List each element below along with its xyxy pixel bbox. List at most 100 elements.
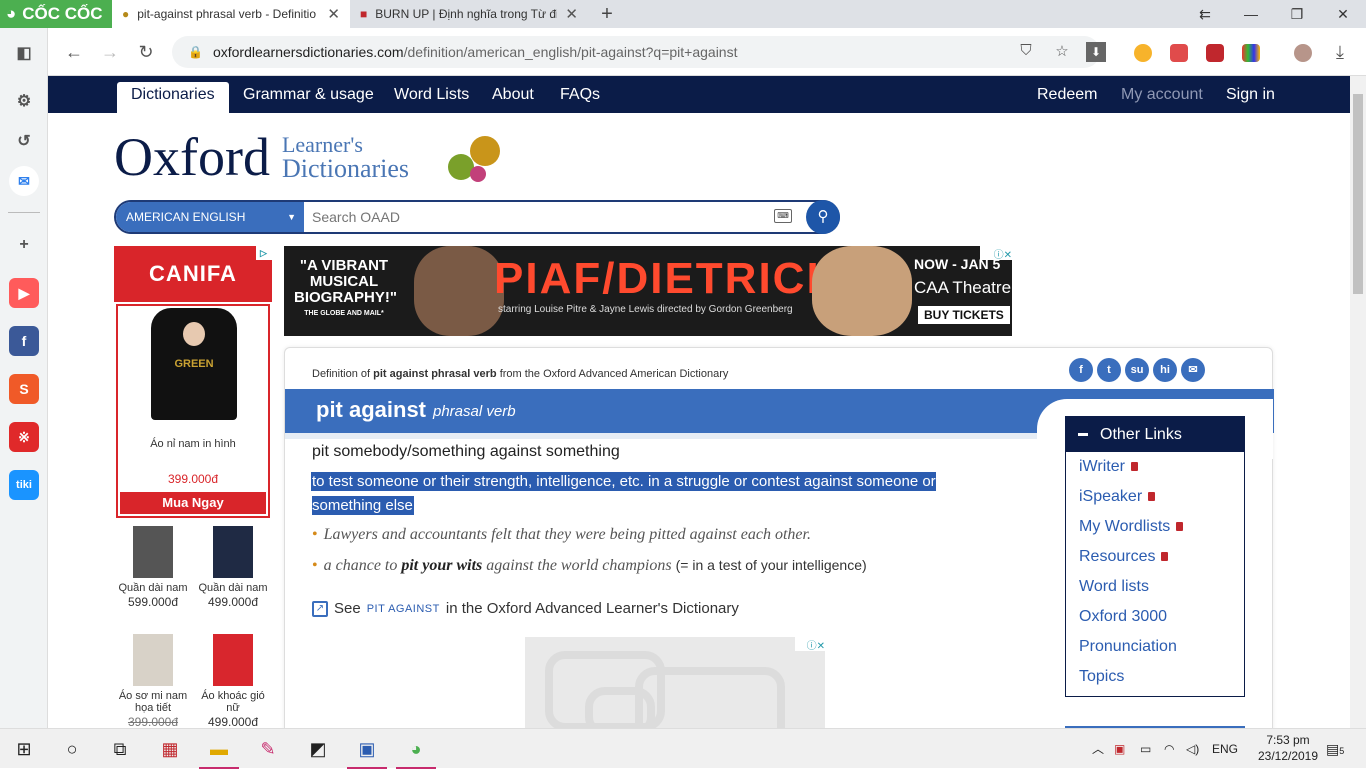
ad-quote-source: THE GLOBE AND MAIL* bbox=[304, 310, 384, 317]
tray-app-icon[interactable]: ▣ bbox=[1114, 729, 1125, 769]
link-word-lists[interactable]: Word lists bbox=[1066, 572, 1244, 602]
buy-now-button[interactable]: Mua Ngay bbox=[120, 492, 266, 514]
tab-search-icon[interactable]: ⇇ bbox=[1182, 0, 1228, 28]
product-item[interactable]: Áo khoác gió nữ 499.000đ bbox=[194, 634, 272, 728]
extension-adblock-icon[interactable] bbox=[1170, 44, 1188, 62]
back-button[interactable]: ← bbox=[60, 38, 88, 66]
extension-red-icon[interactable] bbox=[1206, 44, 1224, 62]
extension-coccoc-icon[interactable] bbox=[1134, 44, 1152, 62]
new-tab-button[interactable]: + bbox=[596, 0, 618, 28]
product-grid: Quần dài nam 599.000đ Quần dài nam 499.0… bbox=[114, 520, 272, 728]
coccoc-logo[interactable]: ◕ CỐC CỐC bbox=[0, 0, 112, 28]
oxford-logo[interactable]: Oxford Learner's Dictionaries bbox=[114, 126, 409, 188]
shopee-icon[interactable]: S bbox=[9, 374, 39, 404]
product-item[interactable]: Áo sơ mi nam họa tiết 399.000đ bbox=[114, 634, 192, 728]
language-indicator[interactable]: ENG bbox=[1212, 729, 1238, 769]
shield-icon[interactable]: ⛉ bbox=[1016, 42, 1036, 62]
paint-icon[interactable]: ✎ bbox=[244, 729, 292, 769]
link-oxford-3000[interactable]: Oxford 3000 bbox=[1066, 602, 1244, 632]
coccoc-browser-icon[interactable]: ◕ bbox=[392, 729, 440, 769]
sticky-notes-icon[interactable]: ◩ bbox=[294, 729, 342, 769]
volume-icon[interactable]: ◁) bbox=[1186, 729, 1199, 769]
windows-start-icon[interactable]: ⊞ bbox=[0, 729, 48, 769]
maze-ad[interactable]: ⓘ✕ bbox=[525, 637, 825, 728]
url-path: /definition/american_english/pit-against… bbox=[403, 44, 738, 60]
close-window-button[interactable]: ✕ bbox=[1320, 0, 1366, 28]
settings-icon[interactable]: ⚙ bbox=[9, 86, 39, 116]
link-topics[interactable]: Topics bbox=[1066, 662, 1244, 692]
featured-product[interactable]: GREEN Áo nỉ nam in hình 399.000đ Mua Nga… bbox=[116, 304, 270, 518]
nav-about[interactable]: About bbox=[492, 76, 534, 113]
bookmark-star-icon[interactable]: ☆ bbox=[1052, 42, 1072, 62]
app-icon[interactable]: ▣ bbox=[343, 729, 391, 769]
messenger-icon[interactable]: ✉ bbox=[9, 166, 39, 196]
nav-grammar-usage[interactable]: Grammar & usage bbox=[243, 76, 374, 113]
nav-dictionaries[interactable]: Dictionaries bbox=[117, 82, 229, 113]
search-input[interactable] bbox=[312, 202, 772, 232]
email-icon[interactable]: ✉ bbox=[1181, 358, 1205, 382]
lazada-icon[interactable]: ※ bbox=[9, 422, 39, 452]
piaf-dietrich-ad[interactable]: "A VIBRANT MUSICAL BIOGRAPHY!" THE GLOBE… bbox=[284, 246, 1012, 336]
notifications-icon[interactable]: ▤5 bbox=[1326, 729, 1344, 769]
cortana-icon[interactable]: ○ bbox=[48, 729, 96, 769]
add-shortcut-icon[interactable]: + bbox=[9, 230, 39, 260]
close-tab-icon[interactable]: ✕ bbox=[327, 5, 340, 23]
keyboard-icon[interactable]: ⌨ bbox=[774, 209, 792, 223]
reload-button[interactable]: ↻ bbox=[132, 38, 160, 66]
facebook-icon[interactable]: f bbox=[1069, 358, 1093, 382]
tiki-icon[interactable]: tiki bbox=[9, 470, 39, 500]
pattern-underline bbox=[285, 433, 1037, 439]
ad-close-icon[interactable]: ⓘ✕ bbox=[795, 637, 825, 652]
example-bold: pit your wits bbox=[401, 557, 483, 574]
file-explorer-icon[interactable]: ▬ bbox=[195, 729, 243, 769]
clock[interactable]: 7:53 pm 23/12/2019 bbox=[1252, 732, 1324, 764]
page-scrollbar[interactable] bbox=[1350, 76, 1366, 728]
hi-icon[interactable]: hi bbox=[1153, 358, 1177, 382]
stumbleupon-icon[interactable]: su bbox=[1125, 358, 1149, 382]
address-bar[interactable]: 🔒 oxfordlearnersdictionaries.com/definit… bbox=[172, 36, 1106, 68]
close-tab-icon[interactable]: ✕ bbox=[565, 5, 578, 23]
nav-redeem[interactable]: Redeem bbox=[1037, 76, 1097, 113]
youtube-icon[interactable]: ▶ bbox=[9, 278, 39, 308]
see-link[interactable]: PIT AGAINST bbox=[367, 603, 440, 615]
other-links-header[interactable]: Other Links bbox=[1066, 417, 1244, 452]
downloads-icon[interactable]: ⤓ bbox=[1326, 38, 1354, 66]
tab-burn-up[interactable]: ■ BURN UP | Định nghĩa trong Từ điể ✕ bbox=[350, 0, 588, 28]
dictionary-select[interactable]: AMERICAN ENGLISH ▼ bbox=[116, 202, 304, 232]
facebook-icon[interactable]: f bbox=[9, 326, 39, 356]
ad-venue: CAA Theatre bbox=[914, 278, 1012, 297]
forward-button[interactable]: → bbox=[96, 38, 124, 66]
nav-sign-in[interactable]: Sign in bbox=[1226, 76, 1275, 113]
wifi-icon[interactable]: ◠ bbox=[1164, 729, 1174, 769]
link-my-wordlists[interactable]: My Wordlists bbox=[1066, 512, 1244, 542]
tab-oxford[interactable]: ● pit-against phrasal verb - Definitio ✕ bbox=[112, 0, 350, 28]
twitter-icon[interactable]: t bbox=[1097, 358, 1121, 382]
download-video-icon[interactable]: ⬇ bbox=[1086, 42, 1106, 62]
link-resources[interactable]: Resources bbox=[1066, 542, 1244, 572]
link-label: My Wordlists bbox=[1079, 518, 1171, 535]
show-hidden-icons[interactable]: ︿ bbox=[1092, 729, 1104, 769]
ad-close-icon[interactable]: ⓘ✕ bbox=[980, 246, 1012, 261]
search-button[interactable]: ⚲ bbox=[806, 200, 840, 234]
adchoices-icon[interactable]: ▷ bbox=[256, 246, 272, 260]
nav-word-lists[interactable]: Word Lists bbox=[394, 76, 469, 113]
product-item[interactable]: Quần dài nam 599.000đ bbox=[114, 526, 192, 608]
nav-faqs[interactable]: FAQs bbox=[560, 76, 600, 113]
maximize-button[interactable]: ❐ bbox=[1274, 0, 1320, 28]
app-icon[interactable]: ▦ bbox=[146, 729, 194, 769]
scrollbar-thumb[interactable] bbox=[1353, 94, 1363, 294]
extension-colorful-icon[interactable] bbox=[1242, 44, 1260, 62]
canifa-ad[interactable]: CANIFA ▷ GREEN Áo nỉ nam in hình 399.000… bbox=[114, 246, 272, 728]
battery-icon[interactable]: ▭ bbox=[1140, 729, 1151, 769]
link-ispeaker[interactable]: iSpeaker bbox=[1066, 482, 1244, 512]
task-view-icon[interactable]: ⧉ bbox=[96, 729, 144, 769]
buy-tickets-button[interactable]: BUY TICKETS bbox=[918, 306, 1010, 324]
profile-avatar[interactable] bbox=[1294, 44, 1312, 62]
nav-my-account[interactable]: My account bbox=[1121, 76, 1203, 113]
link-iwriter[interactable]: iWriter bbox=[1066, 452, 1244, 482]
link-pronunciation[interactable]: Pronunciation bbox=[1066, 632, 1244, 662]
sidebar-toggle-icon[interactable]: ◧ bbox=[9, 38, 39, 68]
history-icon[interactable]: ↺ bbox=[9, 126, 39, 156]
minimize-button[interactable]: — bbox=[1228, 0, 1274, 28]
product-item[interactable]: Quần dài nam 499.000đ bbox=[194, 526, 272, 608]
